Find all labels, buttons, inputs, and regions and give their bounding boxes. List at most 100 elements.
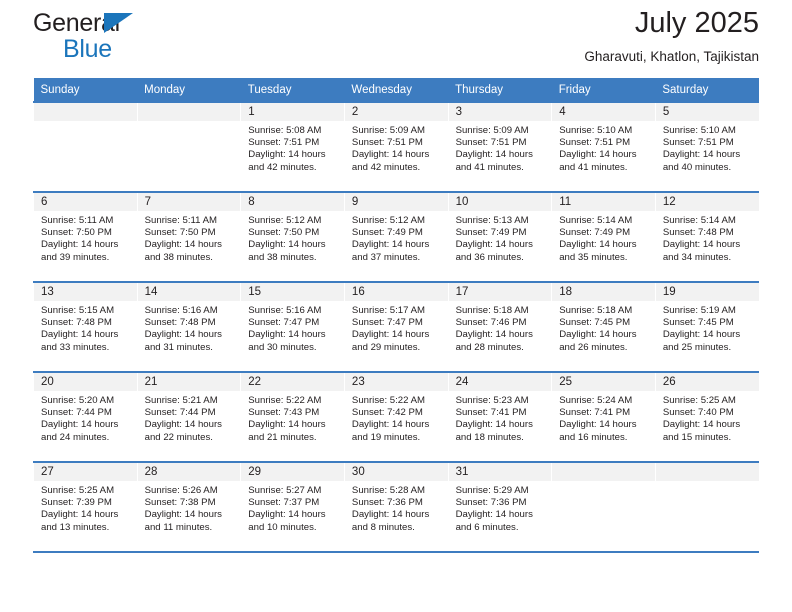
day-sun-info: Sunrise: 5:25 AM Sunset: 7:39 PM Daylight:… [34,481,137,534]
calendar-day-cell[interactable]: 30 Sunrise: 5:28 AM Sunset: 7:36 PM Dayligh… [343,461,449,553]
day-sun-info: Sunrise: 5:22 AM Sunset: 7:42 PM Daylight:… [345,391,448,444]
calendar-day-cell[interactable]: 28 Sunrise: 5:26 AM Sunset: 7:38 PM Dayligh… [136,461,241,553]
sunset-text: Sunset: 7:50 PM [41,227,112,239]
sunrise-text: Sunrise: 5:16 AM [144,305,218,316]
daylight-text-line1: Daylight: 14 hours [351,419,430,431]
sunrise-text: Sunrise: 5:25 AM [662,395,736,406]
calendar-day-cell[interactable]: 13 Sunrise: 5:15 AM Sunset: 7:48 PM Dayligh… [33,281,138,372]
calendar-day-cell[interactable]: 10 Sunrise: 5:13 AM Sunset: 7:49 PM Dayligh… [447,191,552,282]
calendar-day-cell[interactable]: 25 Sunrise: 5:24 AM Sunset: 7:41 PM Dayligh… [551,371,656,462]
daylight-text-line1: Daylight: 14 hours [455,239,533,251]
day-cell-inner: 30 Sunrise: 5:28 AM Sunset: 7:36 PM Dayligh… [344,463,448,551]
daylight-text-line2: and 26 minutes. [559,341,628,353]
daylight-text-line2: and 24 minutes. [41,431,110,443]
day-cell-inner: 20 Sunrise: 5:20 AM Sunset: 7:44 PM Dayligh… [34,373,137,461]
calendar-day-cell[interactable]: 14 Sunrise: 5:16 AM Sunset: 7:48 PM Dayligh… [136,281,241,372]
calendar-day-cell[interactable]: 6 Sunrise: 5:11 AM Sunset: 7:50 PM Daylight… [33,191,138,282]
daylight-text-line1: Daylight: 14 hours [248,419,326,431]
day-sun-info: Sunrise: 5:17 AM Sunset: 7:47 PM Daylight:… [345,301,448,354]
day-number: 9 [344,193,448,211]
day-cell-inner: 4 Sunrise: 5:10 AM Sunset: 7:51 PM Daylight… [552,103,655,191]
sunrise-text: Sunrise: 5:20 AM [41,395,115,406]
sunset-text: Sunset: 7:50 PM [248,227,320,239]
sunset-text: Sunset: 7:51 PM [248,137,320,149]
daylight-text-line1: Daylight: 14 hours [662,419,741,431]
sunrise-text: Sunrise: 5:21 AM [144,395,218,406]
sunset-text: Sunset: 7:49 PM [559,227,631,239]
calendar-day-cell[interactable]: 17 Sunrise: 5:18 AM Sunset: 7:46 PM Dayligh… [447,281,552,372]
calendar-day-cell[interactable]: 12 Sunrise: 5:14 AM Sunset: 7:48 PM Dayligh… [654,191,759,282]
daylight-text-line2: and 41 minutes. [455,161,524,173]
daylight-text-line2: and 25 minutes. [662,341,732,353]
daylight-text-line2: and 35 minutes. [559,251,628,263]
sunrise-text: Sunrise: 5:11 AM [41,215,114,226]
day-sun-info: Sunrise: 5:23 AM Sunset: 7:41 PM Daylight:… [449,391,552,444]
sunset-text: Sunset: 7:51 PM [351,137,423,149]
day-cell-inner: 28 Sunrise: 5:26 AM Sunset: 7:38 PM Dayligh… [137,463,241,551]
sunset-text: Sunset: 7:47 PM [351,317,423,329]
calendar-day-cell[interactable]: 21 Sunrise: 5:21 AM Sunset: 7:44 PM Dayligh… [136,371,241,462]
calendar-day-cell[interactable]: 8 Sunrise: 5:12 AM Sunset: 7:50 PM Daylight… [240,191,345,282]
sunset-text: Sunset: 7:46 PM [455,317,527,329]
calendar-day-cell[interactable]: 27 Sunrise: 5:25 AM Sunset: 7:39 PM Dayligh… [33,461,138,553]
day-sun-info: Sunrise: 5:28 AM Sunset: 7:36 PM Daylight:… [345,481,448,534]
daylight-text-line1: Daylight: 14 hours [248,509,326,521]
daylight-text-line2: and 19 minutes. [351,431,421,443]
daylight-text-line1: Daylight: 14 hours [351,239,430,251]
weekday-header-friday: Friday [551,78,656,102]
daylight-text-line2: and 28 minutes. [455,341,524,353]
calendar-day-cell[interactable]: 11 Sunrise: 5:14 AM Sunset: 7:49 PM Dayligh… [551,191,656,282]
calendar-day-cell[interactable]: 2 Sunrise: 5:09 AM Sunset: 7:51 PM Daylight… [343,101,449,192]
day-cell-inner: 29 Sunrise: 5:27 AM Sunset: 7:37 PM Dayligh… [241,463,344,551]
title-block: July 2025 Gharavuti, Khatlon, Tajikistan [584,6,759,65]
day-sun-info: Sunrise: 5:14 AM Sunset: 7:48 PM Daylight:… [656,211,759,264]
calendar-day-cell[interactable]: 26 Sunrise: 5:25 AM Sunset: 7:40 PM Dayligh… [654,371,759,462]
day-cell-inner: 6 Sunrise: 5:11 AM Sunset: 7:50 PM Daylight… [34,193,137,281]
page-header: General Blue July 2025 Gharavuti, Khatlo… [33,0,759,78]
brand-logo[interactable]: General Blue [33,11,233,62]
calendar-day-cell[interactable]: 23 Sunrise: 5:22 AM Sunset: 7:42 PM Dayligh… [343,371,449,462]
calendar-week-row: 1 Sunrise: 5:08 AM Sunset: 7:51 PM Daylight… [33,101,759,192]
calendar-day-cell-empty [136,101,241,192]
calendar-day-cell[interactable]: 3 Sunrise: 5:09 AM Sunset: 7:51 PM Daylight… [447,101,552,192]
weekday-header-thursday: Thursday [448,78,552,102]
sunrise-text: Sunrise: 5:15 AM [41,305,115,316]
daylight-text-line2: and 42 minutes. [248,161,317,173]
calendar-day-cell[interactable]: 16 Sunrise: 5:17 AM Sunset: 7:47 PM Dayligh… [343,281,449,372]
day-number: 24 [448,373,552,391]
day-number: 12 [655,193,759,211]
sunset-text: Sunset: 7:49 PM [455,227,527,239]
daylight-text-line2: and 18 minutes. [455,431,524,443]
calendar-day-cell[interactable]: 5 Sunrise: 5:10 AM Sunset: 7:51 PM Daylight… [654,101,759,192]
day-cell-inner: 12 Sunrise: 5:14 AM Sunset: 7:48 PM Dayligh… [655,193,759,281]
calendar-header-row: Sunday Monday Tuesday Wednesday Thursday… [33,78,759,102]
day-number: 4 [552,103,655,121]
day-sun-info: Sunrise: 5:11 AM Sunset: 7:50 PM Daylight:… [138,211,241,264]
calendar-day-cell[interactable]: 22 Sunrise: 5:22 AM Sunset: 7:43 PM Dayligh… [240,371,345,462]
calendar-day-cell[interactable]: 9 Sunrise: 5:12 AM Sunset: 7:49 PM Daylight… [343,191,449,282]
day-number: 14 [137,283,241,301]
calendar-day-cell[interactable]: 24 Sunrise: 5:23 AM Sunset: 7:41 PM Dayligh… [447,371,552,462]
calendar-day-cell[interactable]: 15 Sunrise: 5:16 AM Sunset: 7:47 PM Dayligh… [240,281,345,372]
calendar-day-cell[interactable]: 4 Sunrise: 5:10 AM Sunset: 7:51 PM Daylight… [551,101,656,192]
daylight-text-line2: and 8 minutes. [351,521,415,533]
calendar-day-cell[interactable]: 19 Sunrise: 5:19 AM Sunset: 7:45 PM Dayligh… [654,281,759,372]
sunrise-text: Sunrise: 5:29 AM [455,485,529,496]
day-sun-info: Sunrise: 5:20 AM Sunset: 7:44 PM Daylight:… [34,391,137,444]
calendar-day-cell[interactable]: 18 Sunrise: 5:18 AM Sunset: 7:45 PM Dayligh… [551,281,656,372]
day-sun-info: Sunrise: 5:08 AM Sunset: 7:51 PM Daylight:… [241,121,344,174]
sunrise-text: Sunrise: 5:14 AM [662,215,736,226]
sunrise-text: Sunrise: 5:17 AM [351,305,425,316]
calendar-day-cell[interactable]: 29 Sunrise: 5:27 AM Sunset: 7:37 PM Dayligh… [240,461,345,553]
day-sun-info: Sunrise: 5:09 AM Sunset: 7:51 PM Daylight:… [345,121,448,174]
daylight-text-line2: and 10 minutes. [248,521,317,533]
page-title: July 2025 [634,7,759,39]
calendar-day-cell[interactable]: 31 Sunrise: 5:29 AM Sunset: 7:36 PM Dayligh… [447,461,552,553]
day-sun-info: Sunrise: 5:16 AM Sunset: 7:48 PM Daylight:… [138,301,241,354]
calendar-day-cell[interactable]: 7 Sunrise: 5:11 AM Sunset: 7:50 PM Daylight… [136,191,241,282]
calendar-day-cell[interactable]: 1 Sunrise: 5:08 AM Sunset: 7:51 PM Daylight… [240,101,345,192]
day-number: 30 [344,463,448,481]
calendar-day-cell[interactable]: 20 Sunrise: 5:20 AM Sunset: 7:44 PM Dayligh… [33,371,138,462]
day-sun-info: Sunrise: 5:10 AM Sunset: 7:51 PM Daylight:… [656,121,759,174]
day-cell-inner: 10 Sunrise: 5:13 AM Sunset: 7:49 PM Dayligh… [448,193,552,281]
